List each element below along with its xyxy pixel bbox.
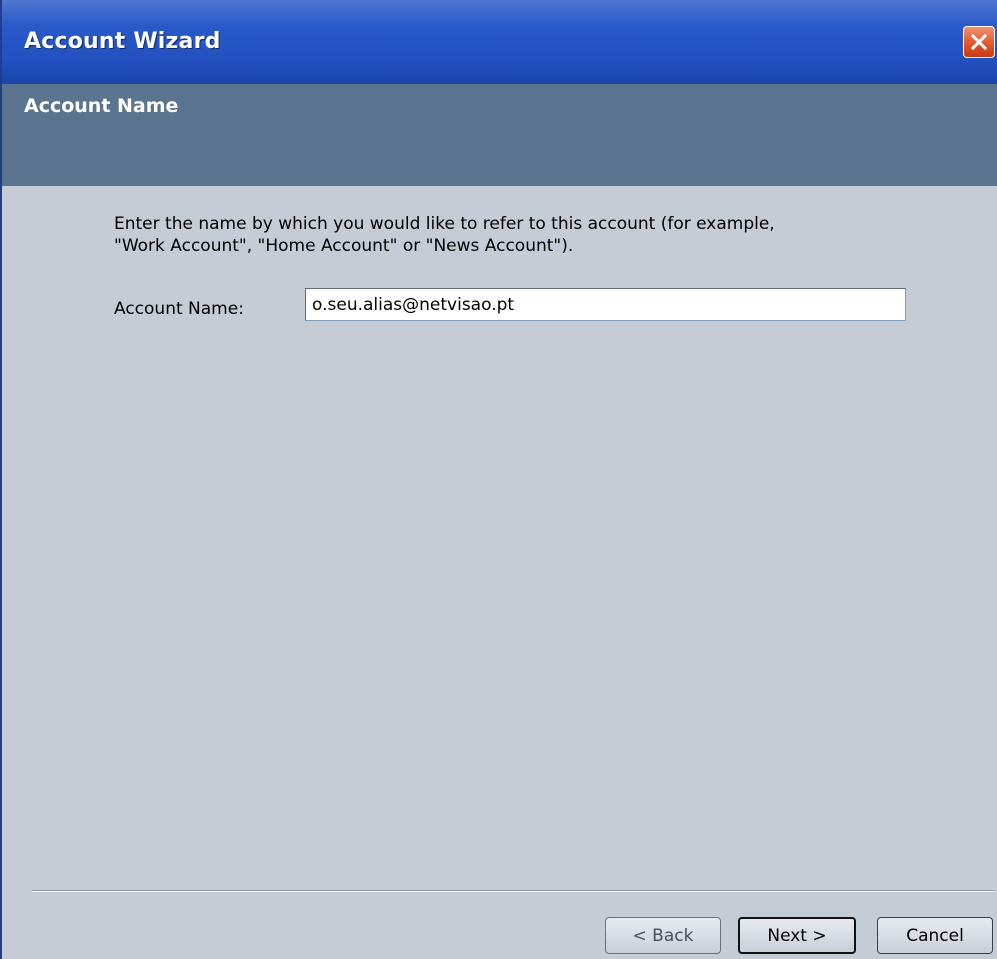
- account-wizard-window: Account Wizard Account Name Enter the na…: [0, 0, 997, 959]
- account-name-label: Account Name:: [114, 299, 244, 319]
- title-bar[interactable]: Account Wizard: [2, 0, 997, 84]
- window-title: Account Wizard: [24, 29, 221, 54]
- account-name-input[interactable]: [305, 288, 906, 321]
- cancel-button[interactable]: Cancel: [877, 917, 993, 954]
- close-button[interactable]: [963, 26, 995, 58]
- page-title: Account Name: [24, 95, 179, 117]
- back-button[interactable]: < Back: [605, 917, 721, 954]
- footer-separator: [32, 890, 994, 892]
- wizard-content: Enter the name by which you would like t…: [2, 186, 997, 959]
- instructions-text: Enter the name by which you would like t…: [114, 213, 914, 257]
- instructions-line-1: Enter the name by which you would like t…: [114, 214, 775, 234]
- next-button[interactable]: Next >: [738, 917, 856, 954]
- wizard-page-header: Account Name: [2, 84, 997, 186]
- close-x-icon: [970, 33, 988, 51]
- instructions-line-2: "Work Account", "Home Account" or "News …: [114, 236, 574, 256]
